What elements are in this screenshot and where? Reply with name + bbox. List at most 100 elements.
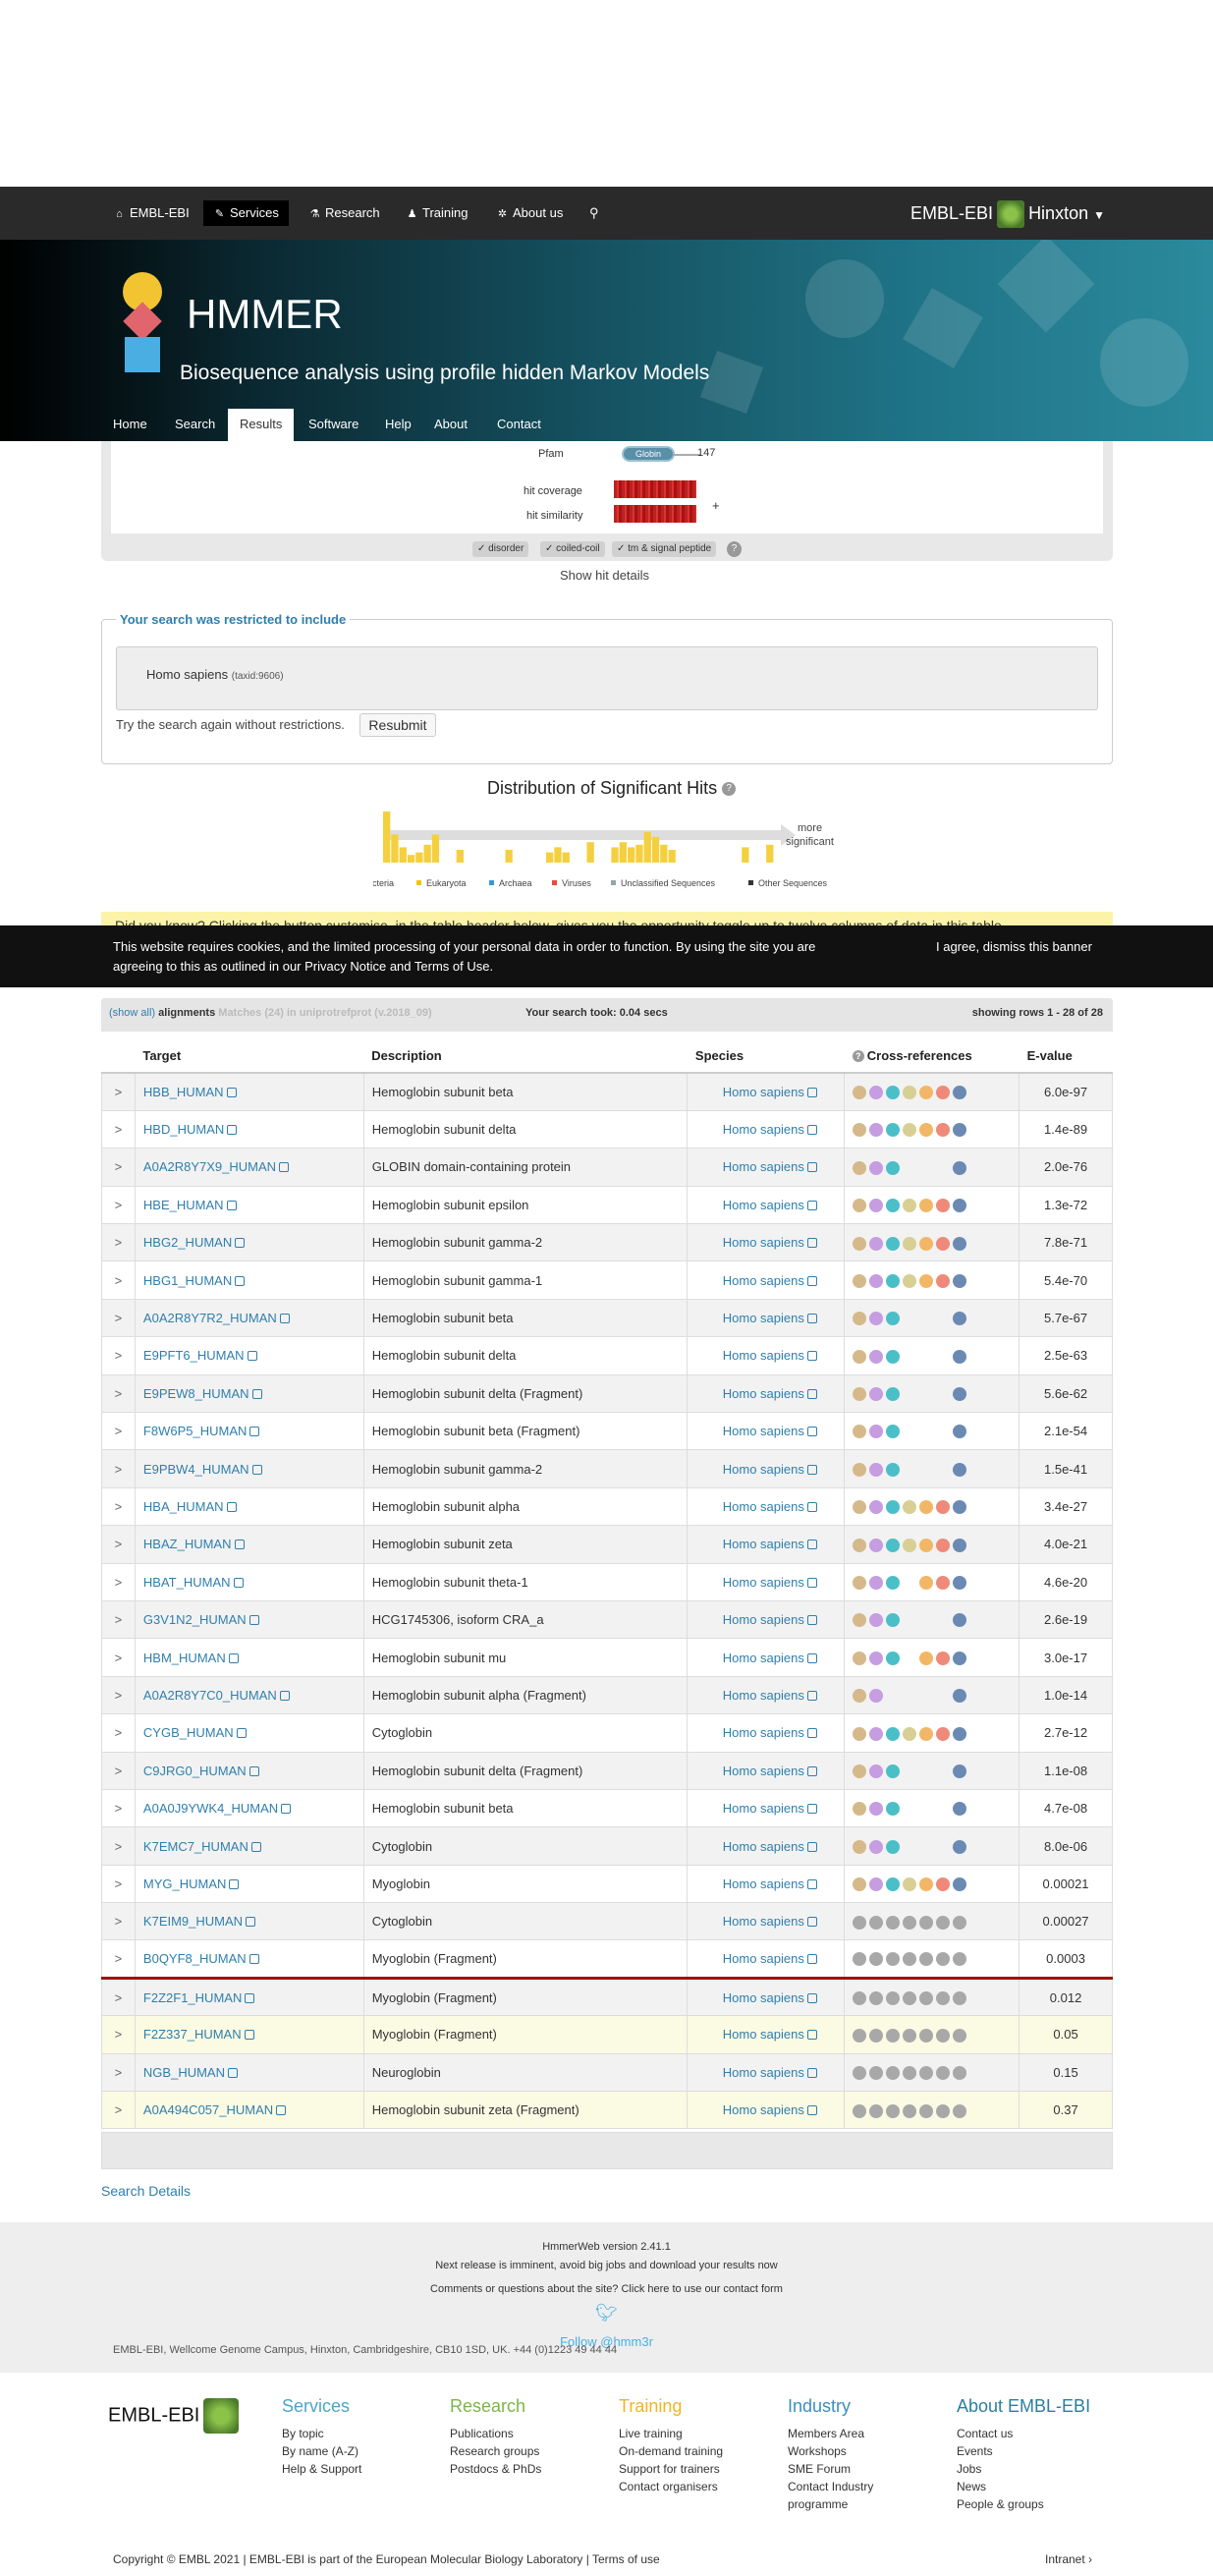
target-link[interactable]: HBG1_HUMAN bbox=[143, 1273, 232, 1288]
footer-link[interactable]: SME Forum bbox=[788, 2460, 873, 2478]
footer-link[interactable]: Contact us bbox=[957, 2425, 1090, 2442]
table-row[interactable]: > HBE_HUMAN Hemoglobin subunit epsilon Homo… bbox=[101, 1185, 1113, 1225]
xref-icon[interactable] bbox=[903, 1199, 917, 1213]
xref-icon[interactable] bbox=[869, 1839, 884, 1854]
xref-icon[interactable] bbox=[936, 1726, 951, 1741]
external-link-icon[interactable] bbox=[806, 1765, 817, 1776]
table-row[interactable]: > E9PFT6_HUMAN Hemoglobin subunit delta Hom… bbox=[101, 1336, 1113, 1375]
xref-icon[interactable] bbox=[953, 1877, 967, 1892]
xref-icon[interactable] bbox=[853, 1576, 867, 1591]
xref-icon[interactable] bbox=[869, 1312, 884, 1326]
target-cell[interactable]: HBD_HUMAN bbox=[134, 1109, 364, 1149]
tab-search[interactable]: Search bbox=[163, 409, 227, 441]
target-cell[interactable]: C9JRG0_HUMAN bbox=[134, 1751, 364, 1790]
species-cell[interactable]: Homo sapiens bbox=[687, 1336, 846, 1375]
expand-row-icon[interactable]: > bbox=[101, 1298, 136, 1338]
xref-icon[interactable] bbox=[953, 1802, 967, 1817]
nav-services[interactable]: ✎ Services bbox=[203, 200, 289, 226]
external-link-icon[interactable] bbox=[806, 1351, 817, 1362]
xref-icon[interactable] bbox=[919, 1651, 934, 1665]
xref-icon[interactable] bbox=[886, 2066, 901, 2081]
footer-link[interactable]: News bbox=[957, 2478, 1090, 2495]
target-link[interactable]: HBAZ_HUMAN bbox=[143, 1537, 232, 1551]
xref-icon[interactable] bbox=[853, 2028, 867, 2043]
xref-icon[interactable] bbox=[869, 2066, 884, 2081]
species-cell[interactable]: Homo sapiens bbox=[687, 1486, 846, 1527]
target-cell[interactable]: HBAT_HUMAN bbox=[134, 1562, 364, 1601]
xref-icon[interactable] bbox=[936, 1236, 951, 1251]
xref-icon[interactable] bbox=[869, 1877, 884, 1892]
external-link-icon[interactable] bbox=[250, 1841, 261, 1852]
species-cell[interactable]: Homo sapiens bbox=[687, 1072, 846, 1111]
xref-icon[interactable] bbox=[886, 1538, 901, 1552]
xref-icon[interactable] bbox=[869, 2103, 884, 2118]
footer-link[interactable]: People & groups bbox=[957, 2495, 1090, 2513]
external-link-icon[interactable] bbox=[226, 1200, 237, 1210]
species-cell[interactable]: Homo sapiens bbox=[687, 2015, 846, 2054]
external-link-icon[interactable] bbox=[228, 2067, 238, 2078]
pfam-domain-bar[interactable]: Globin bbox=[622, 446, 675, 462]
xref-icon[interactable] bbox=[919, 2103, 934, 2118]
table-row[interactable]: > HBAT_HUMAN Hemoglobin subunit theta-1 Hom… bbox=[101, 1562, 1113, 1601]
table-row[interactable]: > K7EIM9_HUMAN Cytoglobin Homo sapiens 0.000… bbox=[101, 1902, 1113, 1941]
external-link-icon[interactable] bbox=[806, 1804, 817, 1815]
external-link-icon[interactable] bbox=[806, 2105, 817, 2116]
xref-icon[interactable] bbox=[853, 1425, 867, 1439]
target-link[interactable]: HBM_HUMAN bbox=[143, 1651, 226, 1665]
tab-help[interactable]: Help bbox=[373, 409, 423, 441]
external-link-icon[interactable] bbox=[806, 1992, 817, 2003]
external-link-icon[interactable] bbox=[235, 1238, 246, 1249]
xref-icon[interactable] bbox=[853, 1877, 867, 1892]
species-cell[interactable]: Homo sapiens bbox=[687, 1902, 846, 1941]
xref-icon[interactable] bbox=[886, 1273, 901, 1288]
tab-results[interactable]: Results bbox=[228, 409, 295, 441]
xref-icon[interactable] bbox=[953, 1462, 967, 1477]
external-link-icon[interactable] bbox=[806, 1464, 817, 1475]
table-row[interactable]: > HBM_HUMAN Hemoglobin subunit mu Homo sapi… bbox=[101, 1638, 1113, 1677]
xref-icon[interactable] bbox=[869, 1160, 884, 1175]
target-link[interactable]: HBE_HUMAN bbox=[143, 1198, 224, 1212]
target-cell[interactable]: HBM_HUMAN bbox=[134, 1638, 364, 1677]
xref-icon[interactable] bbox=[919, 1952, 934, 1967]
expand-row-icon[interactable]: > bbox=[101, 2091, 136, 2130]
footer-link[interactable]: Postdocs & PhDs bbox=[450, 2460, 541, 2478]
expand-row-icon[interactable]: > bbox=[101, 1412, 136, 1451]
xref-icon[interactable] bbox=[953, 1651, 967, 1665]
xref-icon[interactable] bbox=[853, 1839, 867, 1854]
target-cell[interactable]: HBAZ_HUMAN bbox=[134, 1525, 364, 1564]
xref-icon[interactable] bbox=[903, 1990, 917, 2005]
xref-icon[interactable] bbox=[886, 1199, 901, 1213]
expand-row-icon[interactable]: > bbox=[101, 1977, 136, 2017]
xref-icon[interactable] bbox=[869, 1387, 884, 1402]
species-cell[interactable]: Homo sapiens bbox=[687, 1449, 846, 1488]
xref-icon[interactable] bbox=[853, 1387, 867, 1402]
species-cell[interactable]: Homo sapiens bbox=[687, 1864, 846, 1904]
expand-row-icon[interactable]: > bbox=[101, 1486, 136, 1527]
target-link[interactable]: A0A494C057_HUMAN bbox=[143, 2102, 273, 2117]
xref-icon[interactable] bbox=[919, 1576, 934, 1591]
external-link-icon[interactable] bbox=[806, 1427, 817, 1437]
xref-icon[interactable] bbox=[936, 1538, 951, 1552]
xref-icon[interactable] bbox=[869, 1349, 884, 1364]
xref-icon[interactable] bbox=[886, 1877, 901, 1892]
species-cell[interactable]: Homo sapiens bbox=[687, 1373, 846, 1414]
external-link-icon[interactable] bbox=[279, 1162, 290, 1173]
species-cell[interactable]: Homo sapiens bbox=[687, 1638, 846, 1677]
xref-icon[interactable] bbox=[886, 1576, 901, 1591]
xref-icon[interactable] bbox=[919, 1500, 934, 1515]
expand-row-icon[interactable]: > bbox=[101, 1449, 136, 1488]
xref-icon[interactable] bbox=[869, 1613, 884, 1628]
footer-link[interactable]: Support for trainers bbox=[619, 2460, 723, 2478]
xref-icon[interactable] bbox=[869, 1915, 884, 1930]
footer-link[interactable]: By name (A-Z) bbox=[282, 2442, 361, 2460]
target-link[interactable]: HBA_HUMAN bbox=[143, 1499, 224, 1514]
xref-icon[interactable] bbox=[869, 1726, 884, 1741]
xref-icon[interactable] bbox=[953, 1689, 967, 1704]
xref-icon[interactable] bbox=[853, 1538, 867, 1552]
target-link[interactable]: E9PFT6_HUMAN bbox=[143, 1348, 245, 1363]
expand-row-icon[interactable]: > bbox=[101, 1260, 136, 1300]
table-row[interactable]: > E9PBW4_HUMAN Hemoglobin subunit gamma-2 H… bbox=[101, 1449, 1113, 1488]
xref-icon[interactable] bbox=[936, 1952, 951, 1967]
target-link[interactable]: K7EMC7_HUMAN bbox=[143, 1839, 248, 1854]
target-cell[interactable]: A0A494C057_HUMAN bbox=[134, 2091, 364, 2130]
